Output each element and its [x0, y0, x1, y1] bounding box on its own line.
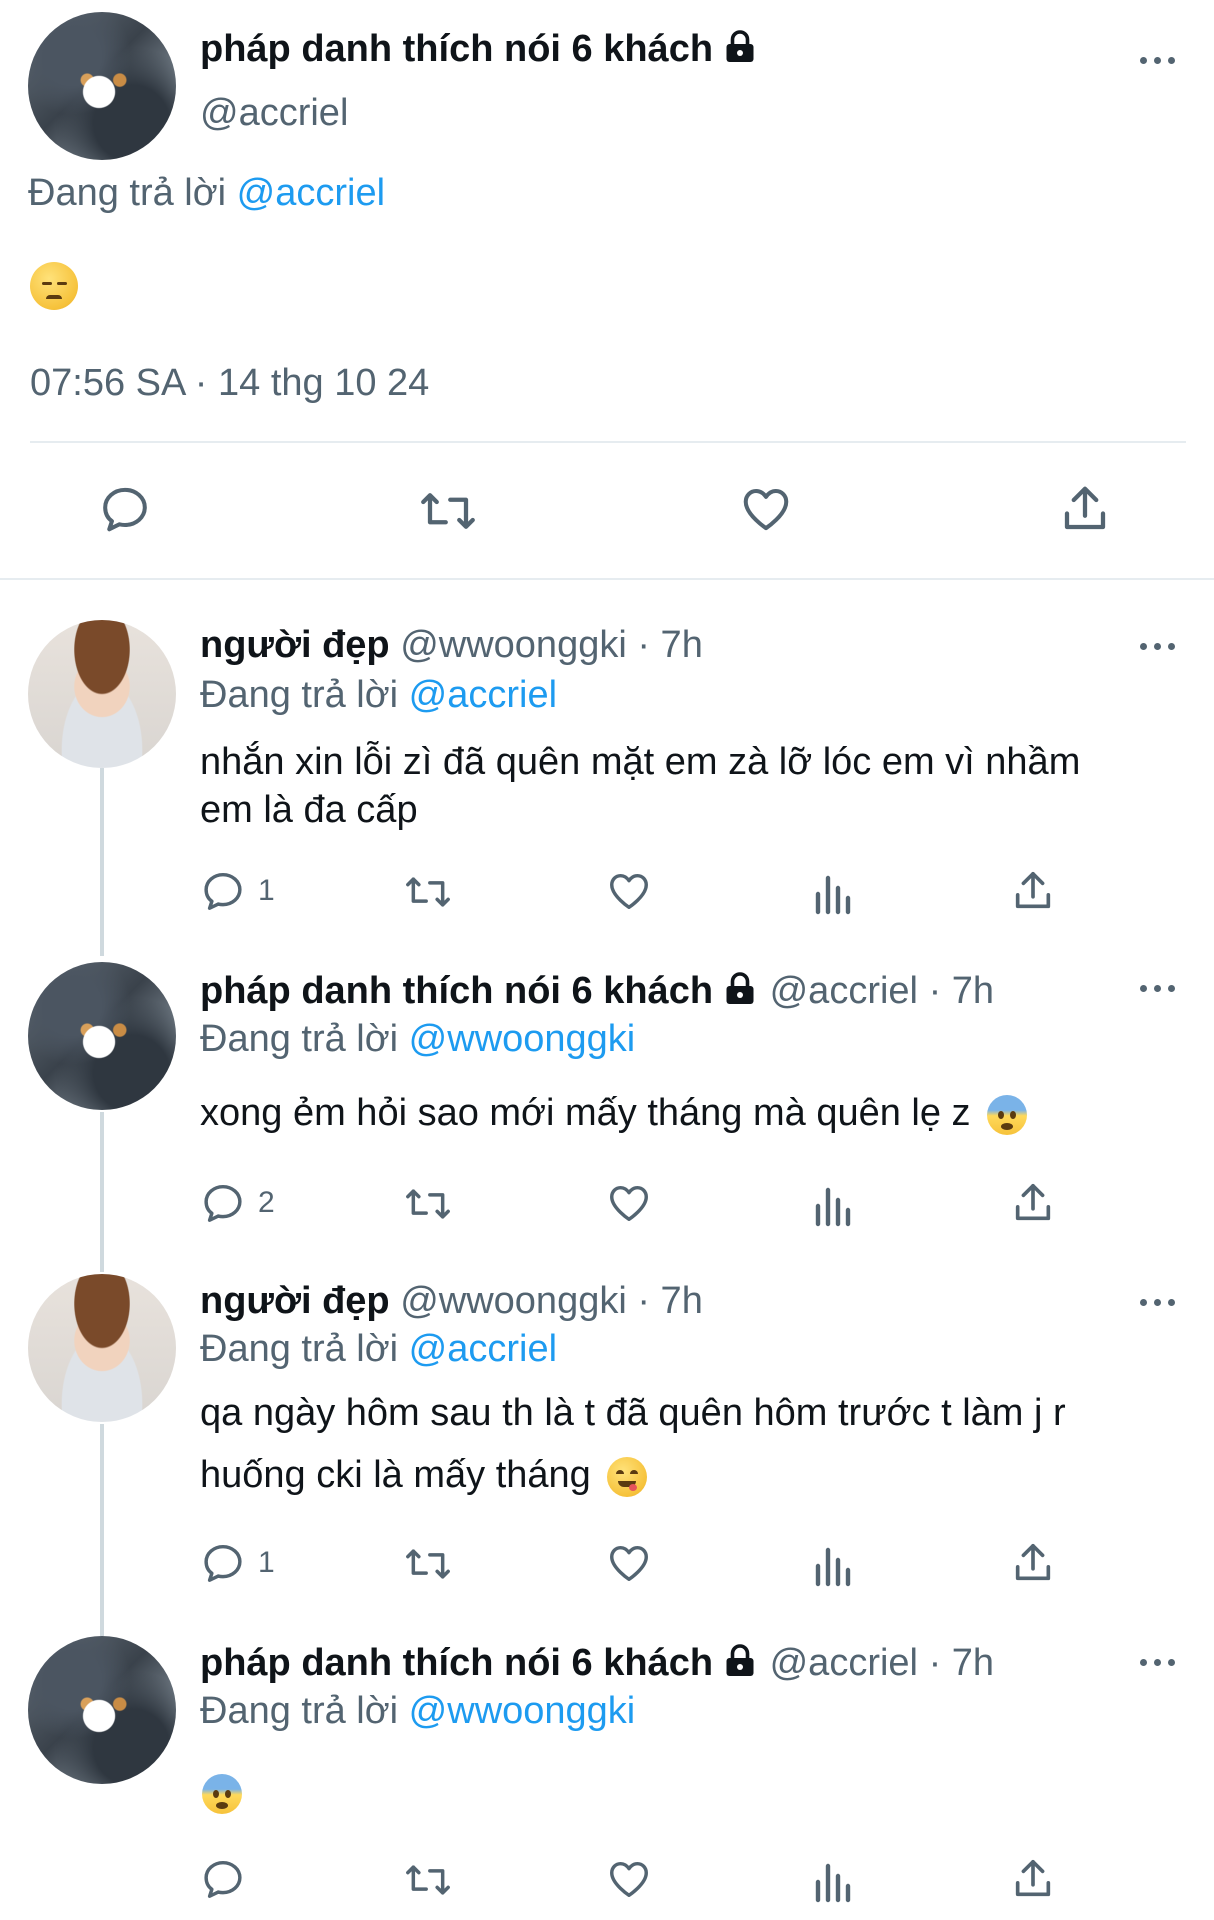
disappointed-emoji: [30, 262, 78, 310]
like-icon[interactable]: [606, 1540, 652, 1591]
replying-to: Đang trả lời @accriel: [200, 1328, 557, 1371]
share-icon[interactable]: [1010, 1856, 1056, 1907]
lock-icon: [721, 971, 759, 1017]
reply-icon[interactable]: [98, 482, 152, 541]
views-icon[interactable]: [812, 1182, 852, 1231]
reply-text-line: huống cki là mấy tháng: [200, 1454, 591, 1496]
views-icon[interactable]: [812, 870, 852, 919]
reply-text: xong ẻm hỏi sao mới mấy tháng mà quên lẹ…: [200, 1092, 1028, 1135]
replying-to: Đang trả lời @accriel: [28, 172, 385, 215]
fearful-emoji: [987, 1094, 1028, 1135]
avatar[interactable]: [28, 1274, 176, 1422]
handle[interactable]: @accriel: [770, 970, 918, 1012]
handle[interactable]: @accriel: [200, 92, 348, 135]
replying-to-link[interactable]: @accriel: [409, 1328, 557, 1370]
replying-to: Đang trả lời @wwoonggki: [200, 1690, 635, 1733]
share-icon[interactable]: [1058, 482, 1112, 541]
replying-to-link[interactable]: @wwoonggki: [409, 1018, 636, 1060]
lock-icon: [721, 29, 759, 75]
reply-text-line: xong ẻm hỏi sao mới mấy tháng mà quên lẹ…: [200, 1092, 971, 1134]
reply-text: huống cki là mấy tháng: [200, 1454, 648, 1497]
display-name[interactable]: người đẹp: [200, 624, 390, 666]
handle[interactable]: @wwoonggki: [400, 1280, 627, 1322]
display-name[interactable]: người đẹp: [200, 1280, 390, 1322]
like-icon[interactable]: [606, 868, 652, 919]
share-icon[interactable]: [1010, 868, 1056, 919]
reply-header: pháp danh thích nói 6 khách @accriel · 7…: [200, 970, 994, 1017]
reply-count: 1: [258, 1546, 275, 1579]
thread-line: [100, 1424, 104, 1636]
retweet-icon[interactable]: [402, 870, 454, 919]
like-icon[interactable]: [606, 1180, 652, 1231]
display-name-text: pháp danh thích nói 6 khách: [200, 28, 714, 70]
share-icon[interactable]: [1010, 1540, 1056, 1591]
like-icon[interactable]: [606, 1856, 652, 1907]
more-icon[interactable]: [1140, 982, 1180, 994]
replying-to: Đang trả lời @accriel: [200, 674, 557, 717]
like-icon[interactable]: [738, 482, 794, 541]
reply-text: nhắn xin lỗi zì đã quên mặt em zà lỡ lóc…: [200, 738, 1080, 834]
replying-prefix: Đang trả lời: [28, 172, 227, 214]
reply-icon[interactable]: [200, 868, 246, 919]
tweet-body: [30, 262, 78, 310]
reply-text-line: nhắn xin lỗi zì đã quên mặt em zà lỡ lóc…: [200, 741, 1081, 783]
more-icon[interactable]: [1140, 1656, 1180, 1668]
replying-to-link[interactable]: @accriel: [409, 674, 557, 716]
divider: [30, 441, 1186, 443]
reply-text: [202, 1774, 242, 1814]
retweet-icon[interactable]: [402, 1182, 454, 1231]
time-ago[interactable]: · 7h: [929, 970, 994, 1012]
reply-count: 2: [258, 1186, 275, 1219]
share-icon[interactable]: [1010, 1180, 1056, 1231]
reply-count: 1: [258, 874, 275, 907]
yum-emoji: [607, 1456, 648, 1497]
handle[interactable]: @accriel: [770, 1642, 918, 1684]
replying-to-link[interactable]: @accriel: [237, 172, 385, 214]
reply-text: qa ngày hôm sau th là t đã quên hôm trướ…: [200, 1392, 1066, 1435]
time-ago[interactable]: · 7h: [929, 1642, 994, 1684]
display-name[interactable]: pháp danh thích nói 6 khách: [200, 970, 713, 1012]
reply-icon[interactable]: [200, 1180, 246, 1231]
replying-prefix: Đang trả lời: [200, 1328, 399, 1370]
reply-text-line: qa ngày hôm sau th là t đã quên hôm trướ…: [200, 1392, 1066, 1434]
reply-header: người đẹp @wwoonggki · 7h: [200, 624, 703, 667]
avatar[interactable]: [28, 962, 176, 1110]
time-ago[interactable]: · 7h: [637, 1280, 702, 1322]
views-icon[interactable]: [812, 1858, 852, 1907]
replying-prefix: Đang trả lời: [200, 674, 399, 716]
avatar[interactable]: [28, 12, 176, 160]
display-name[interactable]: pháp danh thích nói 6 khách: [200, 28, 759, 75]
fearful-emoji: [202, 1774, 242, 1814]
more-icon[interactable]: [1140, 1296, 1180, 1308]
section-divider: [0, 578, 1214, 580]
replying-to-link[interactable]: @wwoonggki: [409, 1690, 636, 1732]
more-icon[interactable]: [1140, 640, 1180, 652]
reply-text-line: em là đa cấp: [200, 789, 418, 831]
reply-icon[interactable]: [200, 1540, 246, 1591]
display-name[interactable]: pháp danh thích nói 6 khách: [200, 1642, 713, 1684]
handle[interactable]: @wwoonggki: [400, 624, 627, 666]
retweet-icon[interactable]: [402, 1858, 454, 1907]
avatar[interactable]: [28, 1636, 176, 1784]
replying-to: Đang trả lời @wwoonggki: [200, 1018, 635, 1061]
tweet-timestamp[interactable]: 07:56 SA · 14 thg 10 24: [30, 362, 429, 405]
reply-icon[interactable]: [200, 1856, 246, 1907]
more-icon[interactable]: [1140, 54, 1180, 66]
views-icon[interactable]: [812, 1542, 852, 1591]
replying-prefix: Đang trả lời: [200, 1690, 399, 1732]
lock-icon: [721, 1643, 759, 1689]
retweet-icon[interactable]: [402, 1542, 454, 1591]
avatar[interactable]: [28, 620, 176, 768]
replying-prefix: Đang trả lời: [200, 1018, 399, 1060]
thread-line: [100, 768, 104, 956]
reply-header: người đẹp @wwoonggki · 7h: [200, 1280, 703, 1323]
thread-line: [100, 1112, 104, 1272]
time-ago[interactable]: · 7h: [637, 624, 702, 666]
retweet-icon[interactable]: [418, 484, 478, 543]
reply-header: pháp danh thích nói 6 khách @accriel · 7…: [200, 1642, 994, 1689]
